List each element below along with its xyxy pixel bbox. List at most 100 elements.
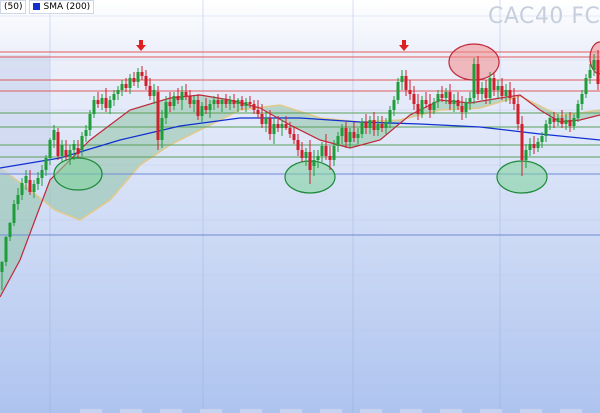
candle-body [20, 183, 24, 195]
candle-body [416, 104, 420, 114]
candle-body [56, 132, 60, 156]
axis-tick-mark [80, 409, 102, 413]
candle-body [140, 72, 144, 76]
candle-body [76, 148, 80, 154]
candle-body [436, 94, 440, 102]
candle-body [144, 76, 148, 86]
candle-body [312, 160, 316, 166]
candle-body [360, 122, 364, 134]
candle-body [148, 86, 152, 96]
candle-body [420, 100, 424, 114]
candle-body [356, 134, 360, 138]
candle-body [156, 92, 160, 140]
candle-body [476, 64, 480, 94]
candle-body [424, 100, 428, 104]
candle-body [88, 114, 92, 130]
legend-label-sma200: SMA (200) [43, 1, 91, 12]
candle-body [304, 152, 308, 158]
candle-body [364, 122, 368, 128]
legend-swatch-sma200 [33, 3, 41, 10]
candle-body [484, 88, 488, 98]
candle-body [80, 136, 84, 150]
candle-body [164, 102, 168, 118]
candle-body [160, 118, 164, 140]
candle-body [352, 132, 356, 138]
candle-body [504, 90, 508, 96]
candle-body [4, 237, 8, 262]
candle-body [328, 156, 332, 160]
candle-body [336, 136, 340, 146]
candle-body [296, 140, 300, 150]
axis-tick-mark [520, 409, 542, 413]
candle-body [152, 90, 156, 96]
cac40-candlestick-chart [0, 0, 600, 413]
candle-body [456, 100, 460, 106]
candle-body [204, 106, 208, 110]
candle-body [540, 136, 544, 142]
candle-body [96, 100, 100, 104]
candle-body [172, 96, 176, 106]
candle-body [340, 128, 344, 136]
candle-body [368, 120, 372, 128]
candle-body [92, 100, 96, 114]
candle-body [252, 104, 256, 110]
candle-body [280, 124, 284, 128]
candle-body [100, 98, 104, 104]
candle-body [236, 100, 240, 104]
candle-body [8, 223, 12, 237]
candle-body [216, 100, 220, 104]
candle-body [404, 76, 408, 90]
axis-tick-mark [360, 409, 382, 413]
axis-tick-mark [280, 409, 302, 413]
candle-body [588, 70, 592, 78]
candle-body [320, 146, 324, 156]
candle-body [44, 158, 48, 170]
candle-body [208, 104, 212, 110]
chart-title-watermark: CAC40 FC [488, 4, 600, 29]
candle-body [384, 122, 388, 128]
candle-body [464, 102, 468, 112]
candle-body [256, 110, 260, 114]
candle-body [232, 100, 236, 104]
candle-body [544, 124, 548, 136]
candle-body [276, 124, 280, 128]
candle-body [448, 92, 452, 104]
candle-body [200, 106, 204, 116]
legend-label-sma50: (50) [4, 1, 23, 12]
highlight-ellipse-green [53, 157, 103, 191]
axis-tick-mark [480, 409, 502, 413]
axis-tick-mark [320, 409, 342, 413]
candle-body [568, 120, 572, 126]
candle-body [496, 86, 500, 90]
legend-item-sma200: SMA (200) [29, 0, 95, 14]
candle-body [72, 144, 76, 150]
candle-body [584, 78, 588, 94]
candle-body [492, 78, 496, 90]
axis-tick-mark [200, 409, 222, 413]
candle-body [564, 120, 568, 124]
candle-body [104, 98, 108, 108]
candle-body [28, 180, 32, 192]
candle-body [16, 195, 20, 204]
candle-body [316, 156, 320, 160]
axis-tick-mark [240, 409, 262, 413]
candle-body [580, 94, 584, 104]
candle-body [128, 78, 132, 88]
candle-body [12, 204, 16, 223]
candle-body [52, 130, 56, 140]
candle-body [300, 150, 304, 158]
candle-body [272, 124, 276, 134]
axis-tick-mark [400, 409, 422, 413]
candle-body [192, 100, 196, 104]
candle-body [40, 170, 44, 178]
candle-body [388, 110, 392, 122]
candle-body [168, 102, 172, 106]
candle-body [116, 90, 120, 94]
candle-body [520, 124, 524, 160]
candle-body [468, 98, 472, 102]
candle-body [452, 100, 456, 104]
legend-item-sma50: (50) [0, 0, 27, 14]
candle-body [264, 118, 268, 124]
candle-body [220, 100, 224, 104]
candle-body [472, 64, 476, 98]
